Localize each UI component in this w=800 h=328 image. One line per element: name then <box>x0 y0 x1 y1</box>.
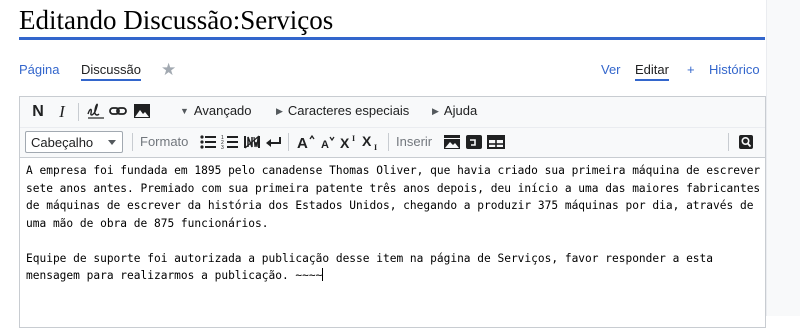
wikitext-editor: N I ▼ Avançado ▶ Caracteres especiais ▶ Aju… <box>19 96 766 328</box>
page-tabs: Página Discussão ★ Ver Editar + Históric… <box>19 60 765 82</box>
toolbar-separator <box>728 133 729 151</box>
title-divider <box>19 37 765 40</box>
gallery-icon[interactable] <box>442 132 462 152</box>
blank-line: ​ <box>26 232 765 250</box>
superscript-icon[interactable]: XI <box>340 132 360 152</box>
page-title: Editando Discussão:Serviços <box>19 5 334 35</box>
text-line-with-caret: mensagem para realizarmos a publicação. … <box>26 268 324 282</box>
insert-group-label: Inserir <box>396 134 433 149</box>
tab-edit[interactable]: Editar <box>635 62 669 81</box>
svg-text:A: A <box>297 135 308 150</box>
bulleted-list-icon[interactable] <box>198 132 218 152</box>
toolbar-separator <box>132 133 133 151</box>
wikitext-textarea[interactable]: A empresa foi fundada em 1895 pelo canad… <box>20 158 765 327</box>
signature-icon[interactable] <box>86 101 106 121</box>
menu-help[interactable]: ▶ Ajuda <box>432 103 477 118</box>
text-line: sete anos antes. Premiado com sua primei… <box>26 181 761 195</box>
search-replace-icon[interactable] <box>736 132 756 152</box>
svg-text:X: X <box>362 133 372 149</box>
bold-button[interactable]: N <box>28 101 48 122</box>
svg-text:A: A <box>321 139 329 150</box>
big-text-icon[interactable]: A <box>296 132 316 152</box>
text-caret <box>322 268 324 281</box>
link-icon[interactable] <box>108 101 128 121</box>
italic-button[interactable]: I <box>52 101 72 122</box>
nowiki-icon[interactable] <box>242 132 262 152</box>
toolbar-separator <box>78 103 79 121</box>
svg-text:I: I <box>374 143 377 151</box>
image-icon[interactable] <box>132 101 152 121</box>
subscript-icon[interactable]: XI <box>362 132 382 152</box>
editor-toolbar: N I ▼ Avançado ▶ Caracteres especiais ▶ Aju… <box>20 97 765 158</box>
text-line: A empresa foi fundada em 1895 pelo canad… <box>26 164 761 177</box>
star-icon[interactable]: ★ <box>161 60 176 80</box>
right-gutter <box>766 0 800 316</box>
svg-text:X: X <box>340 135 350 150</box>
tab-page[interactable]: Página <box>19 62 59 77</box>
text-line: uma mão de obra de 875 funcionários. <box>26 216 269 230</box>
toolbar-main-row: N I ▼ Avançado ▶ Caracteres especiais ▶ Aju… <box>20 97 765 126</box>
numbered-list-icon[interactable]: 123 <box>220 132 240 152</box>
tab-discussion[interactable]: Discussão <box>81 62 141 81</box>
menu-advanced[interactable]: ▼ Avançado <box>180 103 252 118</box>
menu-special-characters[interactable]: ▶ Caracteres especiais <box>276 103 409 118</box>
small-text-icon[interactable]: A <box>318 132 338 152</box>
toolbar-advanced-row: Cabeçalho Formato 123 A A X I X I Inseri… <box>20 127 765 157</box>
table-icon[interactable] <box>486 132 506 152</box>
tab-history[interactable]: Histórico <box>709 62 760 77</box>
svg-text:3: 3 <box>221 145 224 150</box>
heading-select[interactable]: Cabeçalho <box>25 131 123 153</box>
tab-add-topic[interactable]: + <box>687 62 695 77</box>
tab-view[interactable]: Ver <box>601 62 621 77</box>
format-group-label: Formato <box>140 134 189 149</box>
newline-icon[interactable] <box>264 132 284 152</box>
text-line: de máquinas de escrever da história dos … <box>26 199 754 212</box>
chevron-down-icon <box>108 140 116 145</box>
toolbar-separator <box>388 133 389 151</box>
text-line: Equipe de suporte foi autorizada a publi… <box>26 251 714 265</box>
svg-text:I: I <box>352 134 355 143</box>
toolbar-separator <box>288 133 289 151</box>
media-icon[interactable] <box>464 132 484 152</box>
